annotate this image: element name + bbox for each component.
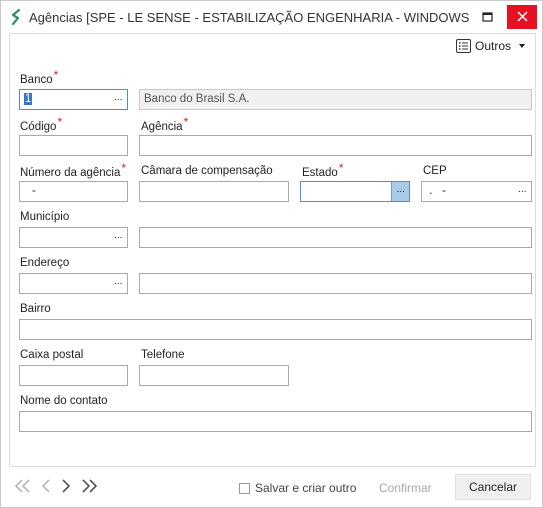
required-marker: * bbox=[57, 115, 63, 129]
confirm-button[interactable]: Confirmar bbox=[379, 481, 432, 495]
checkbox-box[interactable] bbox=[239, 482, 250, 494]
banco-label: Banco* bbox=[20, 68, 59, 86]
codigo-label: Código* bbox=[20, 115, 63, 133]
municipio-code-input[interactable]: ··· bbox=[19, 227, 128, 248]
ellipsis-icon: ··· bbox=[113, 232, 123, 243]
caixa-postal-input[interactable] bbox=[19, 365, 128, 386]
save-and-create-label: Salvar e criar outro bbox=[255, 481, 357, 495]
ellipsis-icon: ··· bbox=[113, 94, 123, 105]
numero-agencia-label: Número da agência* bbox=[20, 161, 127, 179]
minimize-icon bbox=[482, 12, 493, 22]
cep-lookup-button[interactable]: ··· bbox=[513, 182, 531, 201]
required-marker: * bbox=[53, 68, 59, 82]
save-and-create-checkbox[interactable]: Salvar e criar outro bbox=[239, 481, 356, 495]
dialog-window: Agências [SPE - LE SENSE - ESTABILIZAÇÃO… bbox=[0, 0, 543, 508]
required-marker: * bbox=[338, 161, 344, 175]
banco-code-input[interactable]: 1 ··· bbox=[19, 89, 128, 110]
last-record-icon[interactable] bbox=[79, 478, 99, 494]
nome-contato-input[interactable] bbox=[19, 411, 532, 432]
app-logo-icon bbox=[11, 9, 21, 25]
camara-input[interactable] bbox=[139, 181, 289, 202]
ellipsis-icon: ··· bbox=[396, 186, 405, 197]
endereco-lookup-button[interactable]: ··· bbox=[109, 274, 127, 293]
list-icon bbox=[456, 39, 471, 53]
first-record-icon[interactable] bbox=[13, 478, 33, 494]
outros-menu-button[interactable]: Outros bbox=[456, 37, 529, 55]
endereco-label: Endereço bbox=[20, 257, 70, 269]
nome-contato-label: Nome do contato bbox=[20, 395, 108, 407]
endereco-code-input[interactable]: ··· bbox=[19, 273, 128, 294]
estado-lookup-button[interactable]: ··· bbox=[391, 182, 409, 201]
cep-value: . - bbox=[426, 185, 446, 197]
municipio-lookup-button[interactable]: ··· bbox=[109, 228, 127, 247]
estado-input[interactable]: ··· bbox=[300, 181, 410, 202]
banco-name-field: Banco do Brasil S.A. bbox=[139, 89, 532, 110]
endereco-name-field[interactable] bbox=[139, 273, 532, 294]
cancel-button[interactable]: Cancelar bbox=[455, 474, 531, 500]
camara-label: Câmara de compensação bbox=[141, 165, 273, 177]
outros-label: Outros bbox=[475, 39, 512, 53]
municipio-name-field[interactable] bbox=[139, 227, 532, 248]
bairro-input[interactable] bbox=[19, 319, 532, 340]
cep-input[interactable]: . - ··· bbox=[421, 181, 532, 202]
chevron-down-icon bbox=[519, 44, 526, 48]
telefone-label: Telefone bbox=[141, 349, 185, 361]
numero-agencia-input[interactable]: - bbox=[19, 181, 128, 202]
banco-lookup-button[interactable]: ··· bbox=[109, 90, 127, 109]
banco-code-value: 1 bbox=[24, 93, 33, 105]
record-navigation bbox=[13, 478, 99, 494]
cancel-label: Cancelar bbox=[468, 480, 518, 494]
window-title: Agências [SPE - LE SENSE - ESTABILIZAÇÃO… bbox=[29, 10, 469, 25]
required-marker: * bbox=[183, 115, 189, 129]
required-marker: * bbox=[121, 161, 127, 175]
next-record-icon[interactable] bbox=[59, 478, 73, 494]
previous-record-icon[interactable] bbox=[39, 478, 53, 494]
estado-label: Estado* bbox=[302, 161, 344, 179]
close-button[interactable] bbox=[507, 5, 537, 29]
cep-label: CEP bbox=[423, 165, 447, 177]
ellipsis-icon: ··· bbox=[517, 186, 527, 197]
agencia-input[interactable] bbox=[139, 135, 532, 156]
form-panel: Outros Banco* 1 ··· Banco do Brasil S.A.… bbox=[9, 33, 536, 467]
caixa-postal-label: Caixa postal bbox=[20, 349, 84, 361]
agencia-label: Agência* bbox=[141, 115, 189, 133]
bairro-label: Bairro bbox=[20, 303, 51, 315]
ellipsis-icon: ··· bbox=[113, 278, 123, 289]
close-icon bbox=[517, 11, 528, 22]
title-bar[interactable]: Agências [SPE - LE SENSE - ESTABILIZAÇÃO… bbox=[1, 1, 542, 33]
telefone-input[interactable] bbox=[139, 365, 289, 386]
codigo-input[interactable] bbox=[19, 135, 128, 156]
minimize-button[interactable] bbox=[473, 5, 501, 29]
municipio-label: Município bbox=[20, 211, 70, 223]
dialog-footer: Salvar e criar outro Confirmar Cancelar bbox=[9, 469, 536, 503]
